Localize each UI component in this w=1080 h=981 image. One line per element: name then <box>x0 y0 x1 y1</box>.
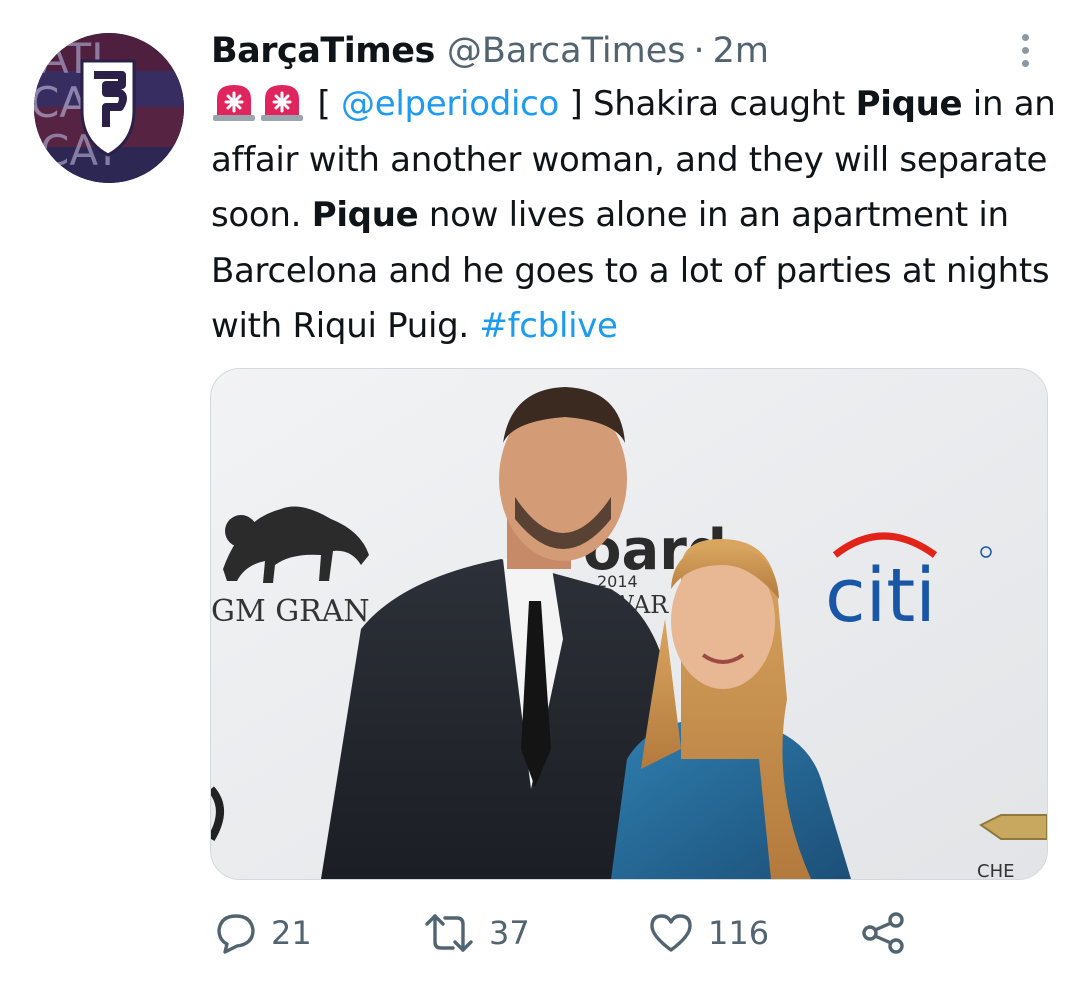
reply-button[interactable]: 21 <box>215 905 312 961</box>
tweet-photo[interactable]: GM GRAN oard 2014 AWAR citi CHE <box>210 368 1048 880</box>
police-car-light-icon <box>261 85 303 121</box>
retweet-arrows-icon <box>425 914 473 952</box>
citi-logo-text: citi <box>825 553 936 639</box>
hashtag-link[interactable]: #fcblive <box>479 306 618 346</box>
like-count: 116 <box>708 914 770 952</box>
avatar[interactable]: ATI CAT CAT <box>34 33 184 183</box>
more-vertical-icon[interactable] <box>1005 28 1045 72</box>
author-handle[interactable]: @BarcaTimes <box>447 26 686 76</box>
bold-name-2: Pique <box>311 195 419 235</box>
bracket-open: [ <box>317 84 331 124</box>
author-display-name[interactable]: BarçaTimes <box>211 26 435 76</box>
separator-dot: · <box>693 31 705 71</box>
reply-bubble-icon <box>217 914 255 954</box>
chevrolet-text: CHE <box>977 861 1014 879</box>
share-button[interactable] <box>860 905 906 961</box>
bracket-close: ] <box>569 84 583 124</box>
bold-name-1: Pique <box>855 84 963 124</box>
retweet-button[interactable]: 37 <box>423 905 530 961</box>
tweet-header: BarçaTimes @BarcaTimes · 2m <box>211 26 769 76</box>
reply-count: 21 <box>271 914 312 952</box>
like-button[interactable]: 116 <box>648 905 769 961</box>
timestamp[interactable]: 2m <box>713 26 769 76</box>
heart-icon <box>650 914 692 952</box>
text-segment-1: Shakira caught <box>593 84 846 124</box>
retweet-count: 37 <box>489 914 530 952</box>
share-nodes-icon <box>862 912 904 954</box>
mgm-logo-text: GM GRAN <box>211 594 370 629</box>
mention-link[interactable]: @elperiodico <box>341 84 559 124</box>
tweet-text: [ @elperiodico ] Shakira caught Pique in… <box>211 77 1061 355</box>
tweet[interactable]: ATI CAT CAT BarçaTimes @BarcaTimes · 2m <box>0 0 1080 981</box>
tweet-actions: 21 37 116 <box>215 905 1035 961</box>
police-car-light-icon <box>213 85 255 121</box>
